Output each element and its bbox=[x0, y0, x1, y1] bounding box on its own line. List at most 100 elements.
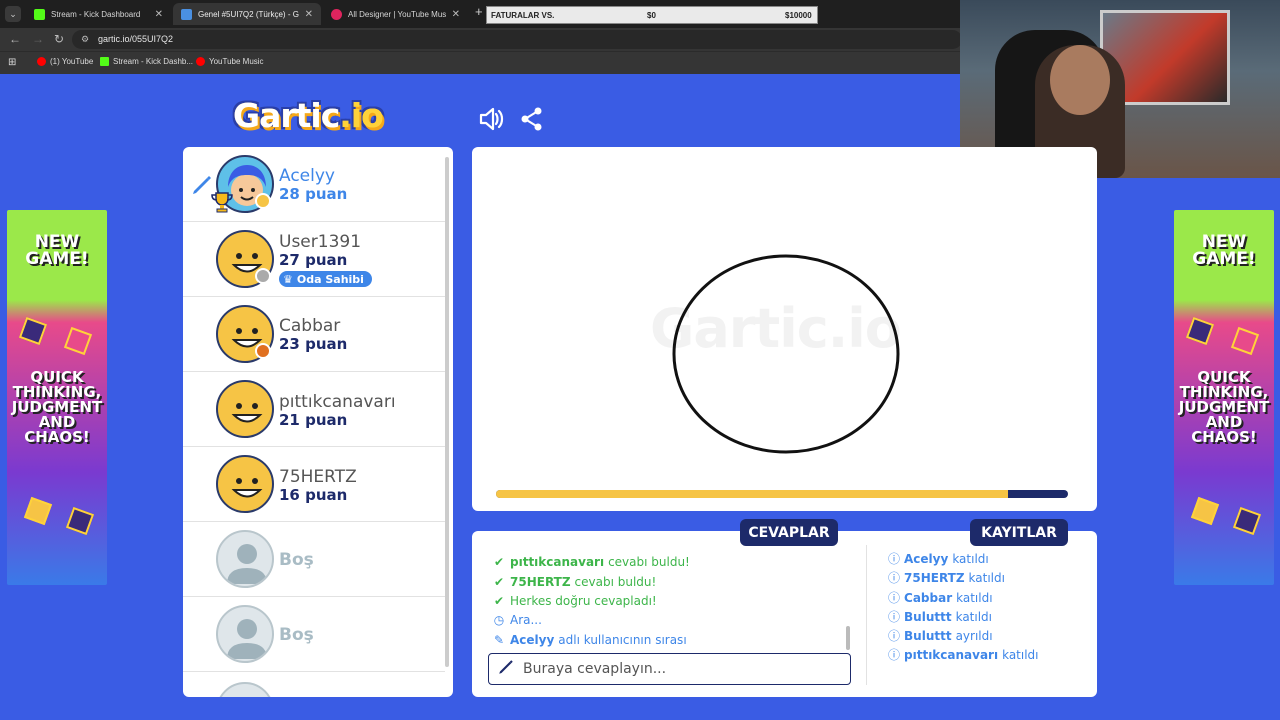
log-text: katıldı bbox=[955, 609, 992, 624]
drawing-strokes bbox=[672, 254, 900, 454]
log-user: 75HERTZ bbox=[904, 570, 965, 585]
ad-decoration bbox=[65, 506, 95, 536]
empty-slot: Boş bbox=[183, 597, 445, 672]
info-icon: ⓘ bbox=[888, 591, 901, 605]
info-icon: ⓘ bbox=[888, 629, 901, 643]
answer-message: ✎ Acelyy adlı kullanıcının sırası bbox=[492, 633, 687, 647]
avatar bbox=[216, 455, 274, 513]
forward-icon[interactable]: → bbox=[32, 32, 44, 46]
message-text: adlı kullanıcının sırası bbox=[558, 633, 687, 647]
player-name: 75HERTZ bbox=[279, 467, 357, 487]
browser-tab-gartic[interactable]: Genel #5UI7Q2 (Türkçe) - Gartic ✕ bbox=[173, 3, 321, 25]
reload-icon[interactable]: ↻ bbox=[54, 32, 64, 46]
bookmark-kick[interactable]: Stream - Kick Dashb... bbox=[100, 57, 193, 66]
bookmark-youtube-music[interactable]: YouTube Music bbox=[196, 57, 264, 66]
player-score: 21 puan bbox=[279, 411, 348, 429]
logo-text: Gartic bbox=[233, 96, 340, 135]
player-row[interactable]: Cabbar 23 puan bbox=[183, 297, 445, 372]
check-icon: ✔ bbox=[493, 555, 505, 569]
empty-slot: Boş bbox=[183, 522, 445, 597]
answers-scrollbar[interactable] bbox=[846, 626, 850, 650]
ticker-current: $0 bbox=[647, 11, 656, 20]
log-user: pıttıkcanavarı bbox=[904, 647, 999, 662]
empty-avatar-icon bbox=[216, 605, 274, 663]
ad-decoration bbox=[1230, 326, 1260, 356]
log-user: Cabbar bbox=[904, 590, 953, 605]
tab-logs[interactable]: KAYITLAR bbox=[970, 519, 1068, 546]
ticker-goal: $10000 bbox=[785, 11, 812, 20]
player-name: Acelyy bbox=[279, 166, 335, 186]
log-entry: ⓘ Buluttt ayrıldı bbox=[888, 627, 993, 644]
answer-message: ◷ Ara... bbox=[492, 613, 542, 627]
round-timer-bar bbox=[496, 490, 1068, 498]
new-tab-icon[interactable]: + bbox=[475, 4, 483, 19]
answer-message: ✔ pıttıkcanavarı cevabı buldu! bbox=[492, 555, 690, 569]
bookmark-youtube[interactable]: (1) YouTube bbox=[37, 57, 93, 66]
close-tab-icon[interactable]: ✕ bbox=[155, 9, 163, 20]
ad-banner-left[interactable]: NEW GAME! QUICK THINKING, JUDGMENT AND C… bbox=[7, 210, 107, 585]
message-text: cevabı buldu! bbox=[608, 555, 690, 569]
info-icon: ⓘ bbox=[888, 610, 901, 624]
players-scrollbar[interactable] bbox=[445, 157, 449, 667]
crown-icon: ♛ bbox=[283, 272, 293, 286]
browser-tab-ytmusic[interactable]: All Designer | YouTube Music ✕ bbox=[323, 3, 468, 25]
answer-message: ✔ 75HERTZ cevabı buldu! bbox=[492, 575, 656, 589]
player-score: 27 puan bbox=[279, 251, 348, 269]
badge-label: Oda Sahibi bbox=[296, 272, 364, 286]
player-row[interactable]: 75HERTZ 16 puan bbox=[183, 447, 445, 522]
browser-tab-kick[interactable]: Stream - Kick Dashboard ✕ bbox=[26, 3, 171, 25]
sound-icon[interactable] bbox=[477, 105, 505, 133]
bookmark-label: YouTube Music bbox=[209, 57, 264, 66]
pencil-icon: ✎ bbox=[493, 633, 505, 647]
info-icon: ⓘ bbox=[888, 571, 901, 585]
gartic-logo[interactable]: Gartic.io bbox=[233, 96, 384, 135]
player-name: Boş bbox=[279, 625, 314, 645]
bookmark-label: Stream - Kick Dashb... bbox=[113, 57, 194, 66]
answer-input-box[interactable] bbox=[488, 653, 851, 685]
check-icon: ✔ bbox=[493, 575, 505, 589]
close-tab-icon[interactable]: ✕ bbox=[452, 9, 460, 20]
address-bar[interactable]: ⚙ gartic.io/055UI7Q2 bbox=[72, 30, 962, 49]
answer-input[interactable] bbox=[523, 661, 823, 677]
clock-icon: ◷ bbox=[493, 613, 505, 627]
tab-answers[interactable]: CEVAPLAR bbox=[740, 519, 838, 546]
ad-banner-right[interactable]: NEW GAME! QUICK THINKING, JUDGMENT AND C… bbox=[1174, 210, 1274, 585]
log-entry: ⓘ Buluttt katıldı bbox=[888, 608, 992, 625]
message-user: 75HERTZ bbox=[510, 575, 571, 589]
youtube-icon bbox=[37, 57, 46, 66]
close-tab-icon[interactable]: ✕ bbox=[305, 9, 313, 20]
player-name: Boş bbox=[279, 550, 314, 570]
tab-search-icon[interactable]: ⌄ bbox=[5, 6, 21, 22]
donation-goal-overlay: FATURALAR VS. $0 $10000 bbox=[486, 6, 818, 24]
apps-grid-icon[interactable]: ⊞ bbox=[8, 57, 16, 68]
log-user: Acelyy bbox=[904, 551, 949, 566]
log-entry: ⓘ Acelyy katıldı bbox=[888, 550, 989, 567]
message-text: cevabı buldu! bbox=[574, 575, 657, 589]
message-text: Ara... bbox=[510, 613, 542, 627]
room-owner-badge: ♛ Oda Sahibi bbox=[279, 271, 372, 287]
answer-message: ✔ Herkes doğru cevapladı! bbox=[492, 594, 657, 608]
round-timer-fill bbox=[496, 490, 1008, 498]
ad-headline: NEW GAME! bbox=[1192, 232, 1256, 269]
bookmark-label: (1) YouTube bbox=[50, 57, 94, 66]
player-row[interactable]: pıttıkcanavarı 21 puan bbox=[183, 372, 445, 447]
status-dot bbox=[255, 268, 271, 284]
site-info-icon[interactable]: ⚙ bbox=[81, 34, 89, 45]
player-row[interactable]: Acelyy 28 puan bbox=[183, 147, 445, 222]
log-text: ayrıldı bbox=[955, 628, 993, 643]
player-score: 16 puan bbox=[279, 486, 348, 504]
url-text: gartic.io/055UI7Q2 bbox=[98, 34, 174, 44]
ad-decoration bbox=[18, 316, 48, 346]
player-name: pıttıkcanavarı bbox=[279, 392, 396, 412]
drawing-canvas[interactable]: Gartic.io bbox=[472, 147, 1097, 511]
ad-tagline: QUICK THINKING, JUDGMENT AND CHAOS! bbox=[1178, 368, 1270, 446]
players-list: Acelyy 28 puan User1391 27 puan ♛ Oda Sa… bbox=[183, 147, 453, 697]
kick-favicon-icon bbox=[34, 8, 45, 20]
message-text: Herkes doğru cevapladı! bbox=[510, 594, 657, 608]
log-entry: ⓘ 75HERTZ katıldı bbox=[888, 569, 1005, 586]
ad-decoration bbox=[1185, 316, 1215, 346]
player-score: 23 puan bbox=[279, 335, 348, 353]
back-icon[interactable]: ← bbox=[9, 32, 21, 46]
share-icon[interactable] bbox=[518, 105, 546, 133]
panel-divider bbox=[866, 545, 867, 685]
